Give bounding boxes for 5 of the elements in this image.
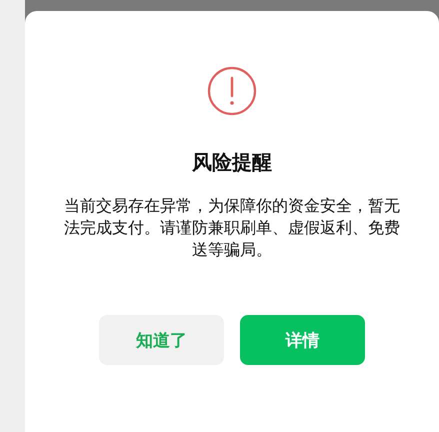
details-button[interactable]: 详情: [240, 315, 365, 365]
dialog-message: 当前交易存在异常，为保障你的资金安全，暂无法完成支付。请谨防兼职刷单、虚假返利、免费送等骗局。: [63, 195, 401, 261]
warning-icon: [207, 66, 257, 116]
dismiss-button[interactable]: 知道了: [99, 315, 224, 365]
dialog-title: 风险提醒: [192, 149, 272, 175]
